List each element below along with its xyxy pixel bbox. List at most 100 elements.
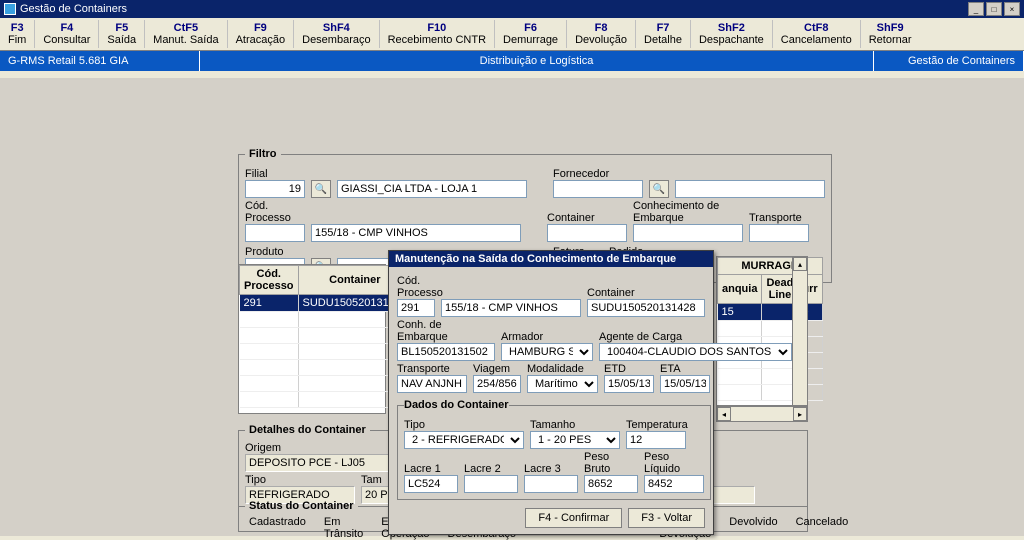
maximize-button[interactable]: □ <box>986 2 1002 16</box>
table-row[interactable] <box>240 376 412 392</box>
tb-item-retornar[interactable]: ShF9Retornar <box>861 20 920 48</box>
dlg-lacre3[interactable] <box>524 475 578 493</box>
tb-item-saida[interactable]: F5Saída <box>99 20 145 48</box>
table-row[interactable] <box>240 344 412 360</box>
dlg-desc[interactable] <box>441 299 581 317</box>
voltar-button[interactable]: F3 - Voltar <box>628 508 705 528</box>
dlg-agente[interactable]: 100404-CLAUDIO DOS SANTOS <box>599 343 792 361</box>
dlg-container-label: Container <box>587 287 705 299</box>
header-bar: G-RMS Retail 5.681 GIA Distribuição e Lo… <box>0 51 1024 71</box>
dlg-etd[interactable] <box>604 375 654 393</box>
header-left: G-RMS Retail 5.681 GIA <box>0 51 200 71</box>
dlg-transporte[interactable] <box>397 375 467 393</box>
minimize-button[interactable]: _ <box>968 2 984 16</box>
transporte-input[interactable] <box>749 224 809 242</box>
processo-grid[interactable]: Cód. Processo Container 291SUDU150520131… <box>238 264 386 414</box>
tb-item-manut-saida[interactable]: CtF5Manut. Saída <box>145 20 227 48</box>
filial-search-icon[interactable]: 🔍 <box>311 180 331 198</box>
container-label: Container <box>547 212 627 224</box>
app-icon <box>4 3 16 15</box>
dlg-eta[interactable] <box>660 375 710 393</box>
scroll-up-icon[interactable]: ▴ <box>793 257 807 271</box>
cod-processo-label: Cód. Processo <box>245 200 305 224</box>
detalhes-legend: Detalhes do Container <box>245 424 370 436</box>
dlg-conh-label: Conh. de Embarque <box>397 319 495 343</box>
dialog-title: Manutenção na Saída do Conhecimento de E… <box>389 251 713 267</box>
dlg-armador-label: Armador <box>501 331 593 343</box>
dlg-modalidade[interactable]: Marítimo <box>527 375 598 393</box>
manutencao-dialog: Manutenção na Saída do Conhecimento de E… <box>388 250 714 535</box>
status-cancelado: Cancelado <box>796 516 849 540</box>
table-row[interactable] <box>240 312 412 328</box>
tb-item-cancelamento[interactable]: CtF8Cancelamento <box>773 20 861 48</box>
grid-col-codprocesso[interactable]: Cód. Processo <box>240 266 299 295</box>
grid-scrollbar-h[interactable]: ▸ ◂ <box>716 406 808 422</box>
grid-scrollbar-v[interactable]: ▴ <box>792 256 808 406</box>
dlg-tipo[interactable]: 2 - REFRIGERADO <box>404 431 524 449</box>
table-row[interactable]: 291SUDU150520131428 <box>240 295 412 312</box>
dlg-tamanho[interactable]: 1 - 20 PES <box>530 431 620 449</box>
scroll-right-icon[interactable]: ▸ <box>793 407 807 421</box>
dlg-etd-label: ETD <box>604 363 654 375</box>
conhecimento-label: Conhecimento de Embarque <box>633 200 743 224</box>
table-row[interactable] <box>240 360 412 376</box>
filial-name[interactable] <box>337 180 527 198</box>
dados-container-fieldset: Dados do Container Tipo 2 - REFRIGERADO … <box>397 399 711 500</box>
status-em-transito: Em Trânsito <box>324 516 363 540</box>
fornecedor-search-icon[interactable]: 🔍 <box>649 180 669 198</box>
tb-item-despachante[interactable]: ShF2Despachante <box>691 20 773 48</box>
tb-item-desembaraco[interactable]: ShF4Desembaraço <box>294 20 379 48</box>
dlg-container[interactable] <box>587 299 705 317</box>
tb-item-detalhe[interactable]: F7Detalhe <box>636 20 691 48</box>
tb-item-devolucao[interactable]: F8Devolução <box>567 20 636 48</box>
header-center: Distribuição e Logística <box>200 51 874 71</box>
dlg-armador[interactable]: HAMBURG SU <box>501 343 593 361</box>
dlg-tipo-label: Tipo <box>404 419 524 431</box>
fornecedor-label: Fornecedor <box>553 168 643 180</box>
dlg-lacre2[interactable] <box>464 475 518 493</box>
dlg-pesol[interactable] <box>644 475 704 493</box>
tb-item-atracacao[interactable]: F9Atracação <box>228 20 295 48</box>
status-legend: Status do Container <box>245 500 358 512</box>
produto-label: Produto <box>245 246 305 258</box>
dlg-cod-label: Cód. Processo <box>397 275 435 299</box>
dlg-viagem[interactable] <box>473 375 521 393</box>
tb-item-fim[interactable]: F3Fim <box>0 20 35 48</box>
dlg-conh[interactable] <box>397 343 495 361</box>
close-button[interactable]: × <box>1004 2 1020 16</box>
dados-legend: Dados do Container <box>404 399 509 411</box>
header-right: Gestão de Containers <box>874 51 1024 71</box>
filial-label: Filial <box>245 168 305 180</box>
dlg-temp[interactable] <box>626 431 686 449</box>
cod-processo-desc[interactable] <box>311 224 521 242</box>
dlg-lacre1[interactable] <box>404 475 458 493</box>
dlg-pesob[interactable] <box>584 475 638 493</box>
fornecedor-desc[interactable] <box>675 180 825 198</box>
dlg-viagem-label: Viagem <box>473 363 521 375</box>
dlg-temp-label: Temperatura <box>626 419 686 431</box>
confirm-button[interactable]: F4 - Confirmar <box>525 508 622 528</box>
tb-item-demurrage[interactable]: F6Demurrage <box>495 20 567 48</box>
cod-processo-input[interactable] <box>245 224 305 242</box>
tb-item-consultar[interactable]: F4Consultar <box>35 20 99 48</box>
scroll-left-icon[interactable]: ◂ <box>717 407 731 421</box>
dlg-cod[interactable] <box>397 299 435 317</box>
container-input[interactable] <box>547 224 627 242</box>
filtro-legend: Filtro <box>245 148 281 160</box>
transporte-label: Transporte <box>749 212 809 224</box>
window-title: Gestão de Containers <box>20 3 127 15</box>
tb-item-recebimento[interactable]: F10Recebimento CNTR <box>380 20 495 48</box>
conhecimento-input[interactable] <box>633 224 743 242</box>
status-cadastrado: Cadastrado <box>249 516 306 540</box>
function-toolbar: F3Fim F4Consultar F5Saída CtF5Manut. Saí… <box>0 18 1024 51</box>
det-tipo-label: Tipo <box>245 474 355 486</box>
status-devolvido: Devolvido <box>729 516 777 540</box>
table-row[interactable] <box>240 392 412 408</box>
table-row[interactable] <box>240 328 412 344</box>
dlg-eta-label: ETA <box>660 363 710 375</box>
dlg-agente-label: Agente de Carga <box>599 331 792 343</box>
fornecedor-input[interactable] <box>553 180 643 198</box>
dlg-tamanho-label: Tamanho <box>530 419 620 431</box>
dlg-transporte-label: Transporte <box>397 363 467 375</box>
filial-code[interactable] <box>245 180 305 198</box>
